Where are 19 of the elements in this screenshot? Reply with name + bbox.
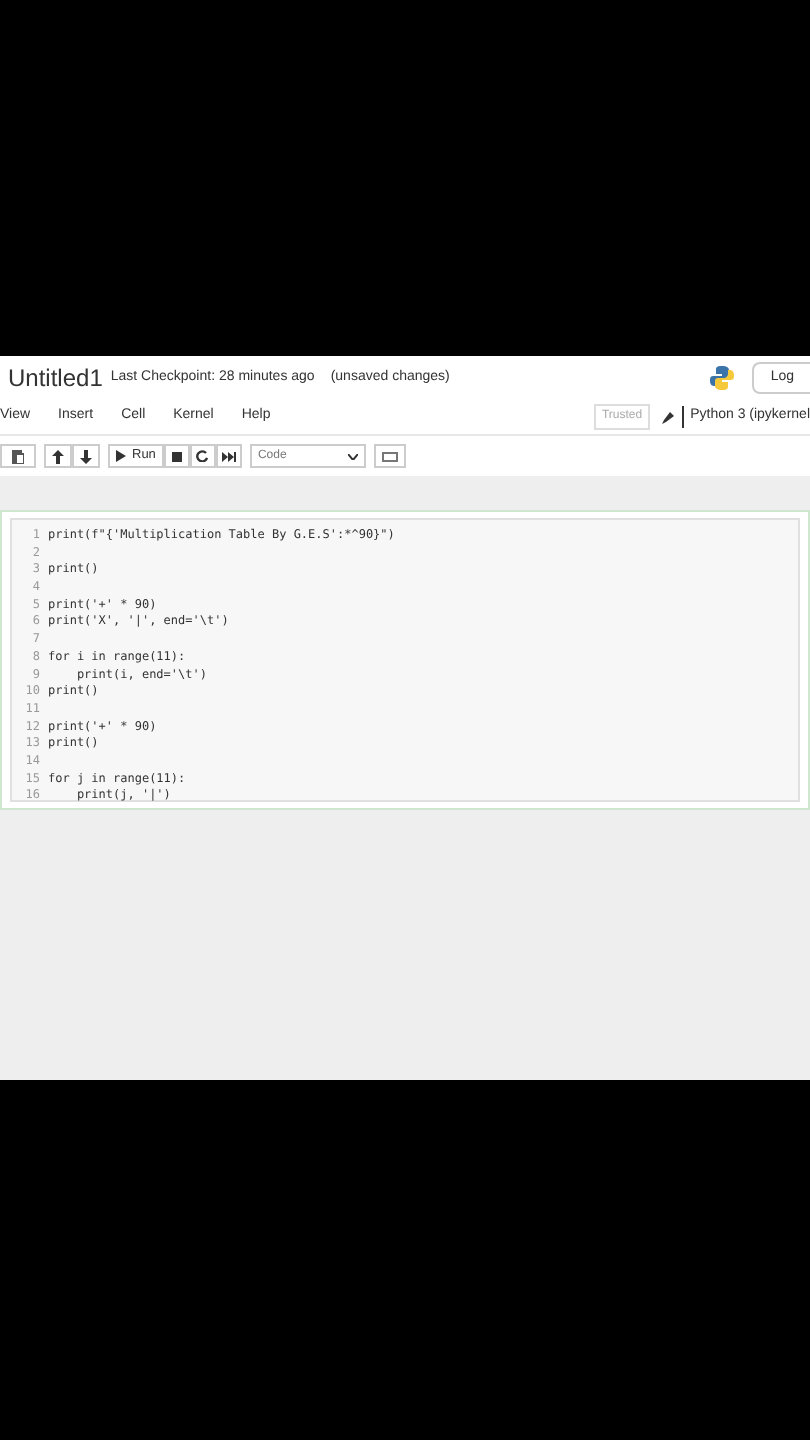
move-down-button[interactable] <box>72 444 100 468</box>
arrow-up-icon <box>52 449 64 463</box>
paste-icon <box>12 449 24 463</box>
fast-forward-button[interactable] <box>215 444 242 468</box>
keyboard-icon <box>381 451 398 461</box>
restart-icon <box>196 450 209 462</box>
python-logo-icon <box>708 364 737 392</box>
chevron-down-icon <box>347 453 358 459</box>
copy-paste-button-group[interactable] <box>0 444 36 468</box>
stop-button[interactable] <box>163 444 190 468</box>
notebook-title[interactable]: Untitled1 <box>8 360 103 396</box>
move-up-button[interactable] <box>44 444 72 468</box>
stop-icon <box>171 451 182 461</box>
pencil-icon[interactable] <box>662 411 675 423</box>
restart-button[interactable] <box>189 444 216 468</box>
arrow-down-icon <box>80 449 92 463</box>
fast-forward-icon <box>221 451 236 461</box>
keyboard-button[interactable] <box>373 444 406 468</box>
play-icon <box>116 450 126 462</box>
